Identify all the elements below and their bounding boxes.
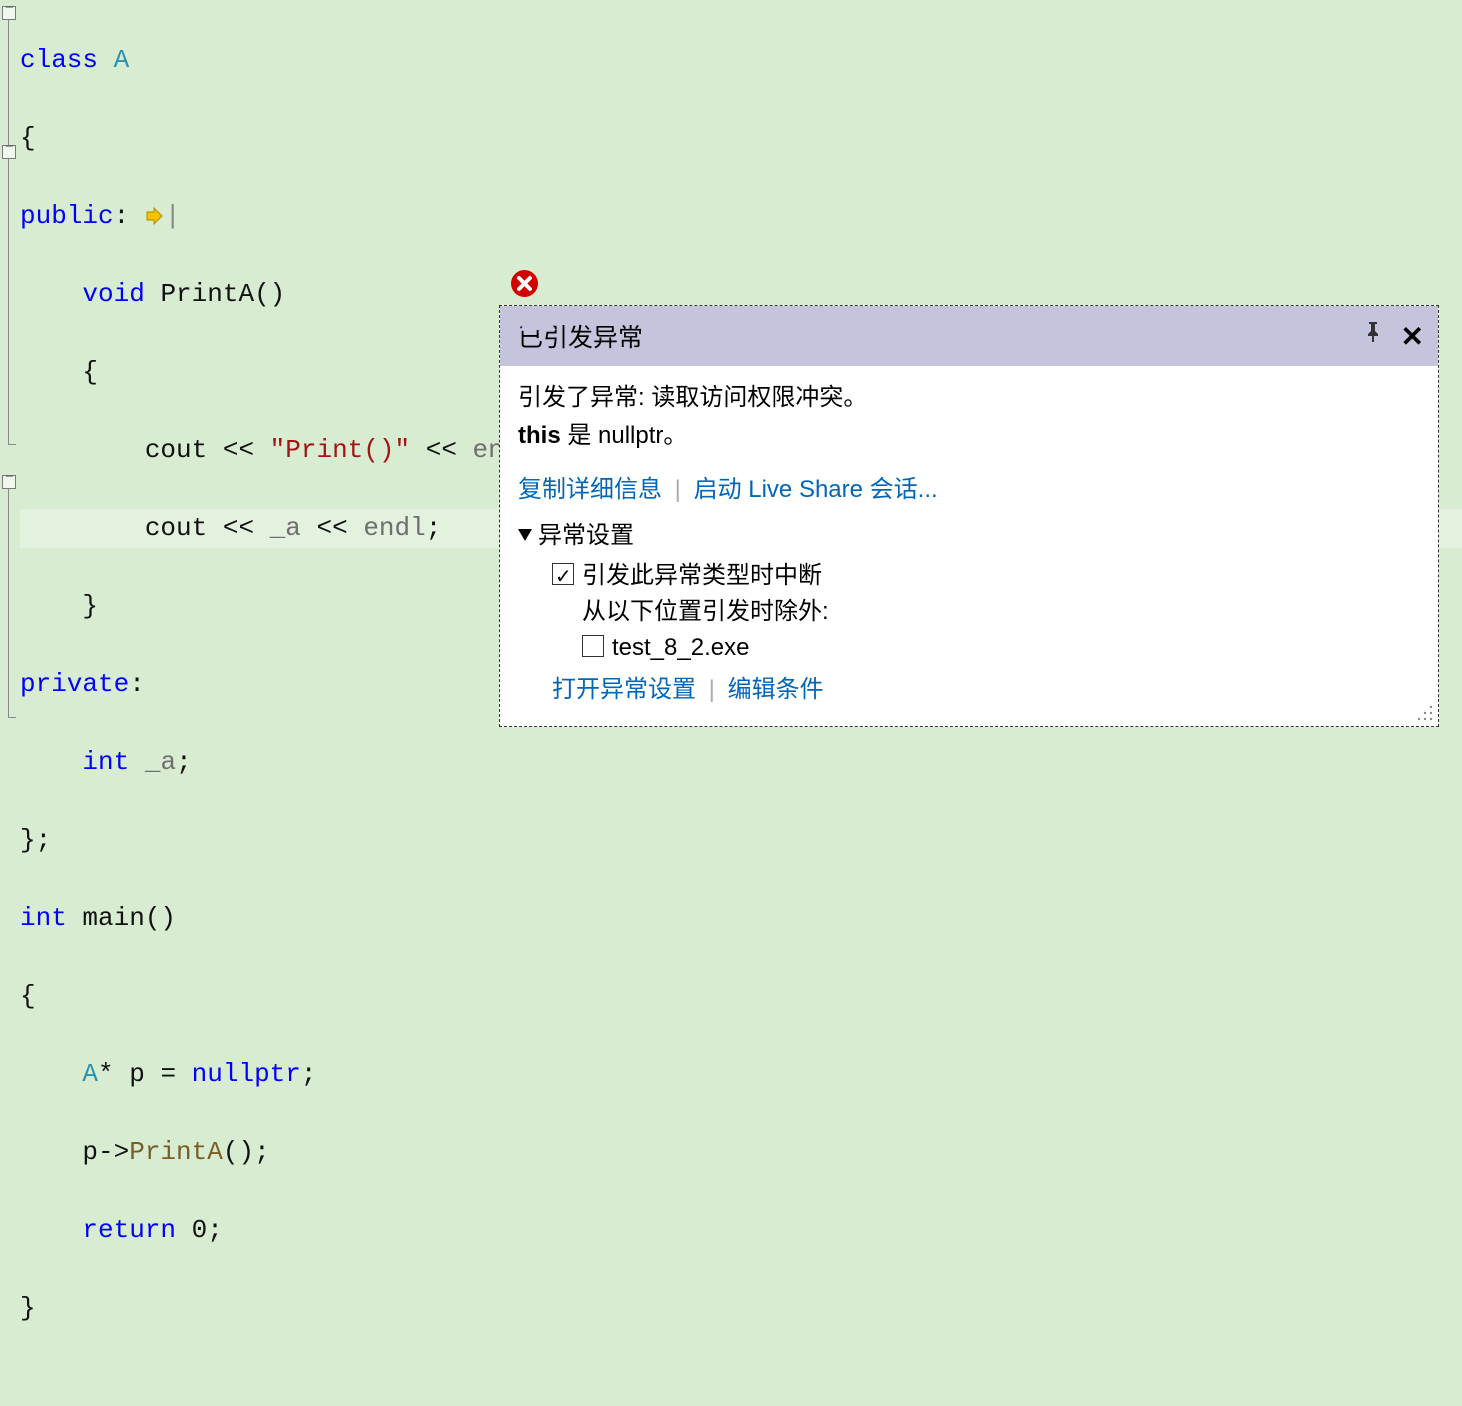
fold-toggle-icon[interactable] — [2, 6, 16, 20]
code-line[interactable]: public: | — [20, 197, 1462, 236]
open-exception-settings-link[interactable]: 打开异常设置 — [552, 676, 696, 703]
exception-settings-section: 异常设置 引发此异常类型时中断 从以下位置引发时除外: test_8_2.exe… — [518, 518, 1420, 708]
fold-toggle-icon[interactable] — [2, 145, 16, 159]
keyword: void — [82, 279, 144, 309]
arrow-right-icon — [145, 207, 165, 225]
keyword: class — [20, 45, 98, 75]
keyword: public — [20, 201, 114, 231]
popup-title: 已引发异常 — [518, 318, 1345, 354]
popup-links: 复制详细信息 | 启动 Live Share 会话... — [518, 472, 1420, 508]
type-name: A — [114, 45, 130, 75]
checkbox-row: 引发此异常类型时中断 — [552, 558, 1420, 594]
separator: | — [675, 476, 681, 503]
code-line[interactable]: int _a; — [20, 743, 1462, 782]
type-name: A — [82, 1059, 98, 1089]
checkbox-module[interactable] — [582, 635, 604, 657]
copy-details-link[interactable]: 复制详细信息 — [518, 476, 662, 503]
live-share-link[interactable]: 启动 Live Share 会话... — [694, 476, 938, 503]
callout-arrow-icon — [520, 306, 556, 330]
fold-guide-line — [8, 159, 9, 444]
keyword: return — [82, 1215, 176, 1245]
pin-icon[interactable] — [1363, 322, 1383, 351]
code-editor[interactable]: class A { public: | void PrintA() { cout… — [0, 0, 1462, 1406]
fold-gutter — [0, 0, 19, 786]
fold-guide-line — [8, 20, 9, 145]
this-bold: this — [518, 422, 561, 449]
fold-end-icon — [8, 444, 16, 445]
error-icon — [510, 269, 539, 298]
code-line[interactable]: }; — [20, 821, 1462, 860]
separator: | — [709, 676, 715, 703]
code-line[interactable]: { — [20, 977, 1462, 1016]
keyword: int — [20, 903, 67, 933]
code-line[interactable]: class A — [20, 41, 1462, 80]
checkbox-label: 引发此异常类型时中断 — [582, 562, 822, 589]
code-line[interactable]: } — [20, 1289, 1462, 1328]
code-line[interactable]: p->PrintA(); — [20, 1133, 1462, 1172]
settings-title: 异常设置 — [538, 522, 634, 549]
keyword: private — [20, 669, 129, 699]
fold-end-icon — [8, 717, 16, 718]
module-name: test_8_2.exe — [612, 634, 749, 661]
fold-guide-line — [8, 489, 9, 717]
expand-toggle-icon[interactable] — [518, 529, 532, 541]
keyword: int — [82, 747, 129, 777]
exception-message-line: this 是 nullptr。 — [518, 418, 1420, 454]
close-icon[interactable]: ✕ — [1401, 320, 1424, 353]
popup-body: 引发了异常: 读取访问权限冲突。 this 是 nullptr。 复制详细信息 … — [500, 366, 1438, 726]
fold-toggle-icon[interactable] — [2, 475, 16, 489]
string-literal: "Print()" — [270, 435, 410, 465]
edit-condition-link[interactable]: 编辑条件 — [728, 676, 824, 703]
keyword: nullptr — [192, 1059, 301, 1089]
code-line[interactable]: int main() — [20, 899, 1462, 938]
code-line[interactable]: return 0; — [20, 1211, 1462, 1250]
checkbox-break-on-type[interactable] — [552, 563, 574, 585]
checkbox-row: test_8_2.exe — [582, 630, 1420, 666]
exception-message-line: 引发了异常: 读取访问权限冲突。 — [518, 380, 1420, 416]
code-line[interactable]: { — [20, 119, 1462, 158]
popup-bottom-links: 打开异常设置 | 编辑条件 — [552, 672, 1420, 708]
exception-popup: 已引发异常 ✕ 引发了异常: 读取访问权限冲突。 this 是 nullptr。… — [499, 305, 1439, 727]
except-from-label: 从以下位置引发时除外: — [582, 594, 1420, 630]
code-line[interactable]: A* p = nullptr; — [20, 1055, 1462, 1094]
resize-grip-icon[interactable] — [1416, 704, 1434, 722]
popup-header: 已引发异常 ✕ — [500, 306, 1438, 366]
